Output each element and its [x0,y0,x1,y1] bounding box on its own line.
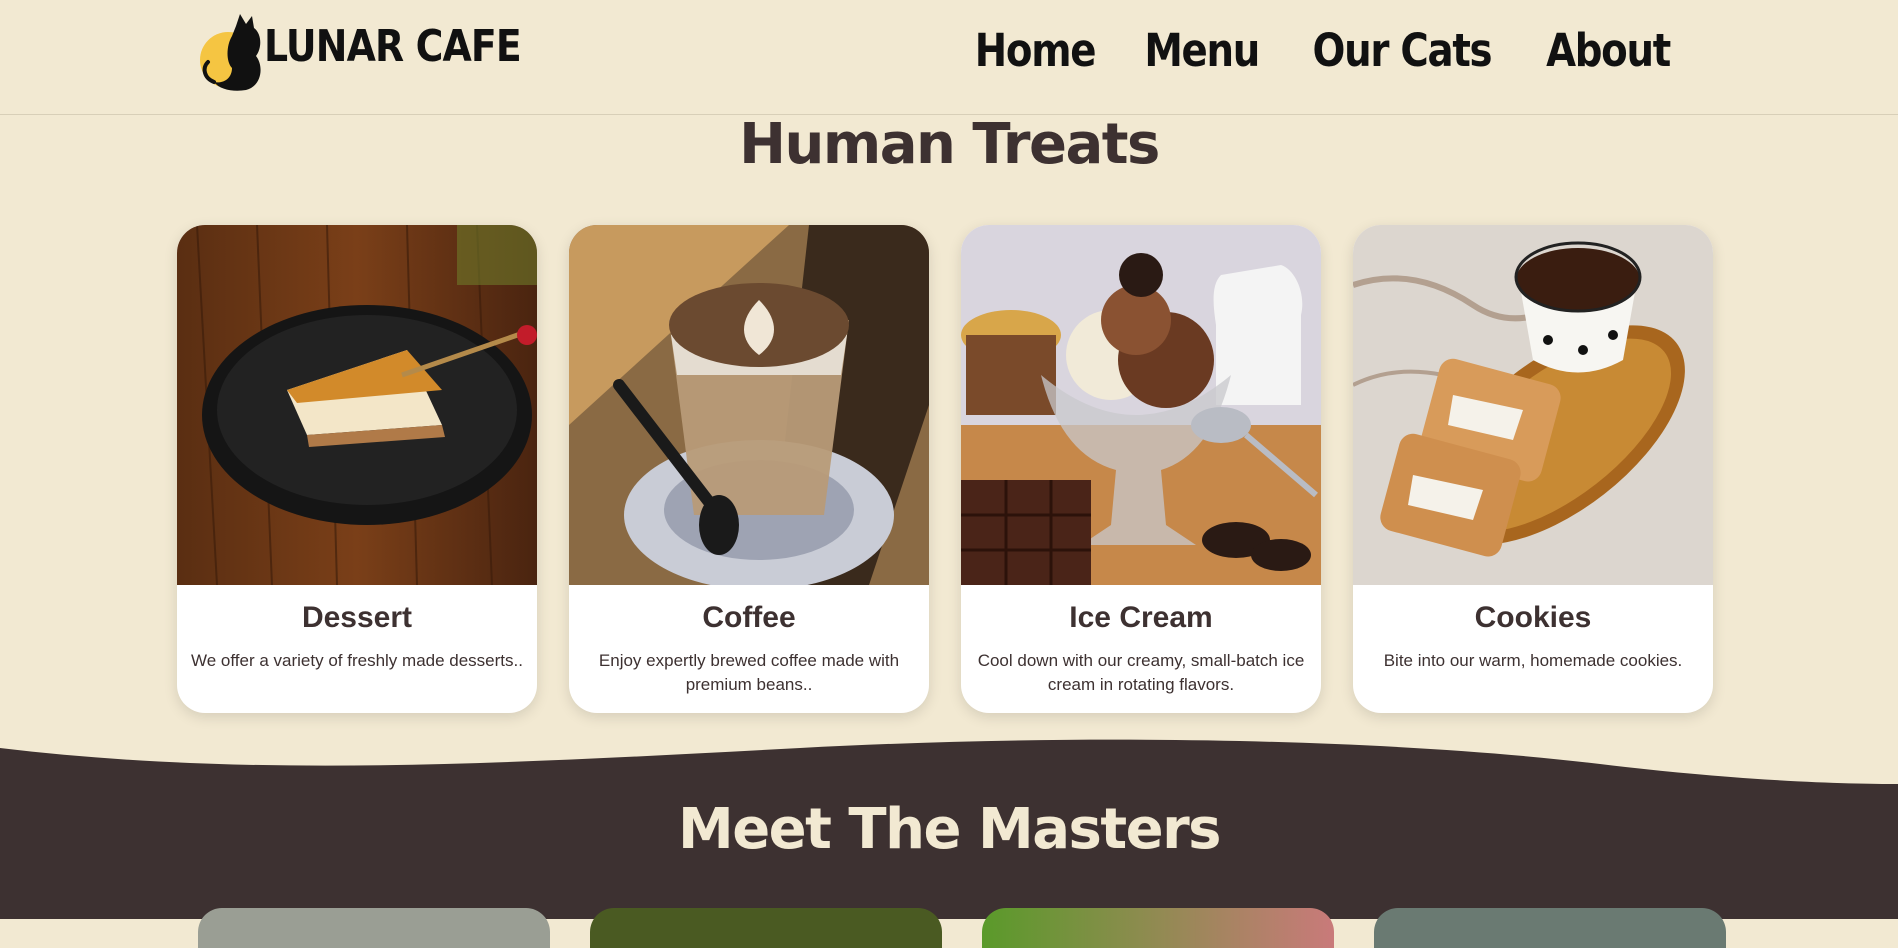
section-title-meet-the-masters: Meet The Masters [677,797,1222,862]
site-header: LUNAR CAFE Home Menu Our Cats About [0,0,1898,115]
nav-about[interactable]: About [1546,24,1671,77]
ice-cream-sundae-photo [961,225,1321,585]
treats-card-grid: Dessert We offer a variety of freshly ma… [177,225,1713,713]
cookies-and-coffee-photo [1353,225,1713,585]
card-title: Dessert [301,601,413,634]
card-title: Coffee [702,601,796,634]
master-card-photo[interactable] [1374,908,1726,948]
master-card-photo[interactable] [982,908,1334,948]
section-title-human-treats: Human Treats [739,112,1160,177]
master-card-photo[interactable] [198,908,550,948]
logo-text: LUNAR CAFE [264,20,522,72]
nav-our-cats[interactable]: Our Cats [1313,24,1493,77]
card-description: Bite into our warm, homemade cookies. [1383,651,1683,670]
nav-menu[interactable]: Menu [1144,24,1260,77]
card-description: We offer a variety of freshly made desse… [191,651,523,670]
cat-moon-logo-icon [198,12,268,92]
logo[interactable]: LUNAR CAFE [198,12,563,92]
card-description: Enjoy expertly brewed coffee made with p… [598,651,900,694]
latte-art-coffee-photo [569,225,929,585]
card-title: Ice Cream [1069,601,1213,634]
card-title: Cookies [1474,601,1592,634]
card-coffee[interactable]: Coffee Enjoy expertly brewed coffee made… [569,225,929,713]
cheesecake-slice-photo [177,225,537,585]
main-nav: Home Menu Our Cats About [965,24,1680,77]
masters-card-row [198,908,1726,948]
card-dessert[interactable]: Dessert We offer a variety of freshly ma… [177,225,537,713]
card-description: Cool down with our creamy, small-batch i… [977,651,1305,694]
card-cookies[interactable]: Cookies Bite into our warm, homemade coo… [1353,225,1713,713]
card-ice-cream[interactable]: Ice Cream Cool down with our creamy, sma… [961,225,1321,713]
nav-home[interactable]: Home [975,24,1097,77]
master-card-photo[interactable] [590,908,942,948]
